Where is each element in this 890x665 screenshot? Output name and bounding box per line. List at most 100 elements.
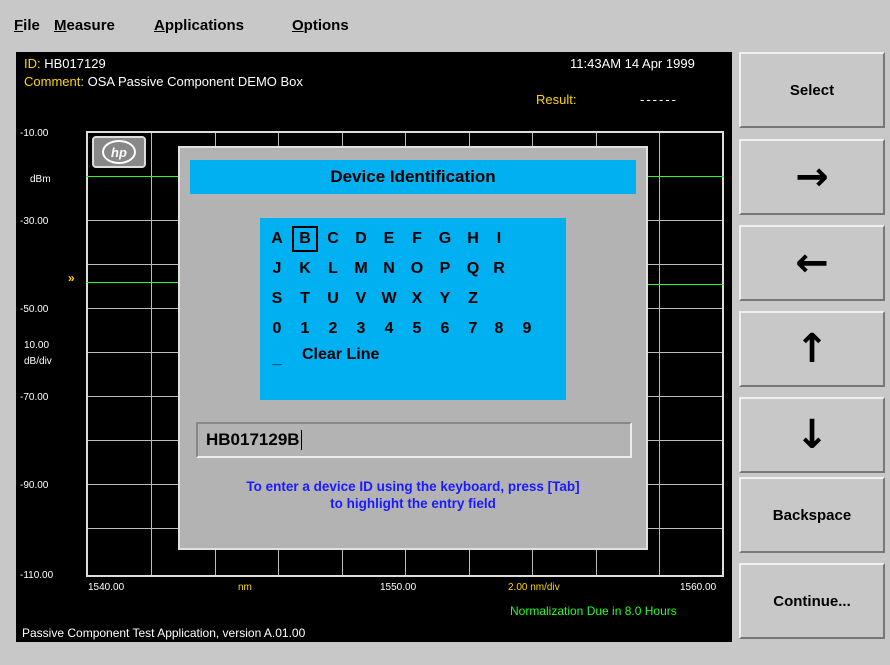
entry-value: HB017129B (206, 430, 300, 449)
y-tick-label: -10.00 (20, 128, 49, 139)
text-cursor-icon (300, 430, 302, 450)
char-key[interactable]: X (404, 286, 430, 312)
menu-measure-label: easure (66, 17, 115, 34)
datetime: 11:43AM 14 Apr 1999 (570, 56, 695, 71)
char-key[interactable]: H (460, 226, 486, 252)
char-key[interactable]: 8 (486, 316, 512, 342)
trace-line (648, 284, 724, 285)
backspace-button[interactable]: Backspace (739, 477, 885, 553)
result-label: Result: (536, 92, 577, 107)
char-key[interactable]: 4 (376, 316, 402, 342)
device-id-label: ID: (24, 56, 41, 71)
menu-options-mnemonic: O (292, 17, 304, 34)
arrow-right-icon: → (795, 154, 829, 200)
char-key[interactable]: Q (460, 256, 486, 282)
char-key[interactable]: D (348, 226, 374, 252)
x-end-label: 1560.00 (680, 582, 717, 593)
char-key[interactable]: M (348, 256, 374, 282)
menu-file-mnemonic: F (14, 17, 24, 34)
char-key[interactable]: S (264, 286, 290, 312)
arrow-down-icon: ↓ (795, 412, 829, 458)
char-key[interactable]: 1 (292, 316, 318, 342)
menu-applications-mnemonic: A (154, 17, 165, 34)
menu-file[interactable]: File (14, 17, 40, 34)
comment: Comment: OSA Passive Component DEMO Box (24, 74, 303, 89)
char-key[interactable]: 3 (348, 316, 374, 342)
menu-applications-label: pplications (164, 17, 245, 34)
char-key[interactable]: W (376, 286, 402, 312)
comment-label: Comment: (24, 74, 84, 89)
footer-version-text: Passive Component Test Application, vers… (22, 626, 306, 640)
menu-options[interactable]: Options (292, 17, 349, 34)
character-picker[interactable]: A B C D E F G H I J K L M N O P Q R S T … (260, 218, 566, 400)
char-key[interactable]: F (404, 226, 430, 252)
char-key-selected[interactable]: B (292, 226, 318, 252)
char-key[interactable]: I (486, 226, 512, 252)
char-key[interactable]: 9 (514, 316, 540, 342)
y-tick-label: -30.00 (20, 216, 49, 227)
up-arrow-button[interactable]: ↑ (739, 311, 885, 387)
comment-value: OSA Passive Component DEMO Box (87, 74, 303, 89)
dialog-help-text: To enter a device ID using the keyboard,… (180, 478, 646, 512)
scale-value: 10.00 (24, 340, 50, 351)
result-value: ------ (640, 92, 678, 107)
char-key[interactable]: C (320, 226, 346, 252)
x-start-label: 1540.00 (88, 582, 125, 593)
char-key[interactable]: Y (432, 286, 458, 312)
grid-line (151, 133, 152, 575)
char-key[interactable]: P (432, 256, 458, 282)
reference-marker-icon: » (68, 271, 75, 285)
char-key[interactable]: 5 (404, 316, 430, 342)
hp-logo: hp (92, 136, 146, 168)
y-tick-label: -110.00 (20, 570, 54, 581)
menu-measure-mnemonic: M (54, 17, 67, 34)
char-key[interactable]: T (292, 286, 318, 312)
char-key[interactable]: L (320, 256, 346, 282)
y-tick-label: -90.00 (20, 480, 49, 491)
right-arrow-button[interactable]: → (739, 139, 885, 215)
char-key[interactable]: 0 (264, 316, 290, 342)
char-key[interactable]: A (264, 226, 290, 252)
hp-logo-icon: hp (102, 140, 136, 164)
device-id-entry-field[interactable]: HB017129B (196, 422, 632, 458)
y-tick-label: -50.00 (20, 304, 49, 315)
char-key[interactable]: 2 (320, 316, 346, 342)
char-key[interactable]: G (432, 226, 458, 252)
underscore-key[interactable]: _ (264, 346, 290, 372)
char-key[interactable]: 6 (432, 316, 458, 342)
trace-line (648, 176, 724, 177)
select-button[interactable]: Select (739, 52, 885, 128)
left-arrow-button[interactable]: ← (739, 225, 885, 301)
x-scale-label: 2.00 nm/div (508, 582, 560, 593)
char-key[interactable]: J (264, 256, 290, 282)
char-key[interactable]: K (292, 256, 318, 282)
device-id: ID: HB017129 (24, 56, 106, 71)
help-line-2: to highlight the entry field (330, 496, 496, 511)
char-key[interactable]: N (376, 256, 402, 282)
char-key[interactable]: 7 (460, 316, 486, 342)
char-key[interactable]: U (320, 286, 346, 312)
y-unit-label: dBm (30, 174, 51, 185)
grid-line (659, 133, 660, 575)
char-key[interactable]: V (348, 286, 374, 312)
down-arrow-button[interactable]: ↓ (739, 397, 885, 473)
menu-measure[interactable]: Measure (54, 17, 115, 34)
y-tick-label: -70.00 (20, 392, 49, 403)
menu-bar: File Measure Applications Options (0, 0, 890, 44)
char-key[interactable]: Z (460, 286, 486, 312)
dialog-title: Device Identification (190, 160, 636, 194)
clear-line-button[interactable]: Clear Line (302, 346, 379, 364)
normalization-status: Normalization Due in 8.0 Hours (510, 604, 677, 618)
char-key[interactable]: O (404, 256, 430, 282)
continue-button[interactable]: Continue... (739, 563, 885, 639)
char-key[interactable]: E (376, 226, 402, 252)
device-identification-dialog: Device Identification A B C D E F G H I … (178, 146, 648, 550)
char-key[interactable]: R (486, 256, 512, 282)
arrow-left-icon: ← (795, 240, 829, 286)
arrow-up-icon: ↑ (795, 326, 829, 372)
menu-applications[interactable]: Applications (154, 17, 244, 34)
scale-unit: dB/div (24, 356, 52, 367)
x-unit-label: nm (238, 582, 252, 593)
help-line-1: To enter a device ID using the keyboard,… (246, 479, 580, 494)
menu-file-label: ile (23, 17, 40, 34)
